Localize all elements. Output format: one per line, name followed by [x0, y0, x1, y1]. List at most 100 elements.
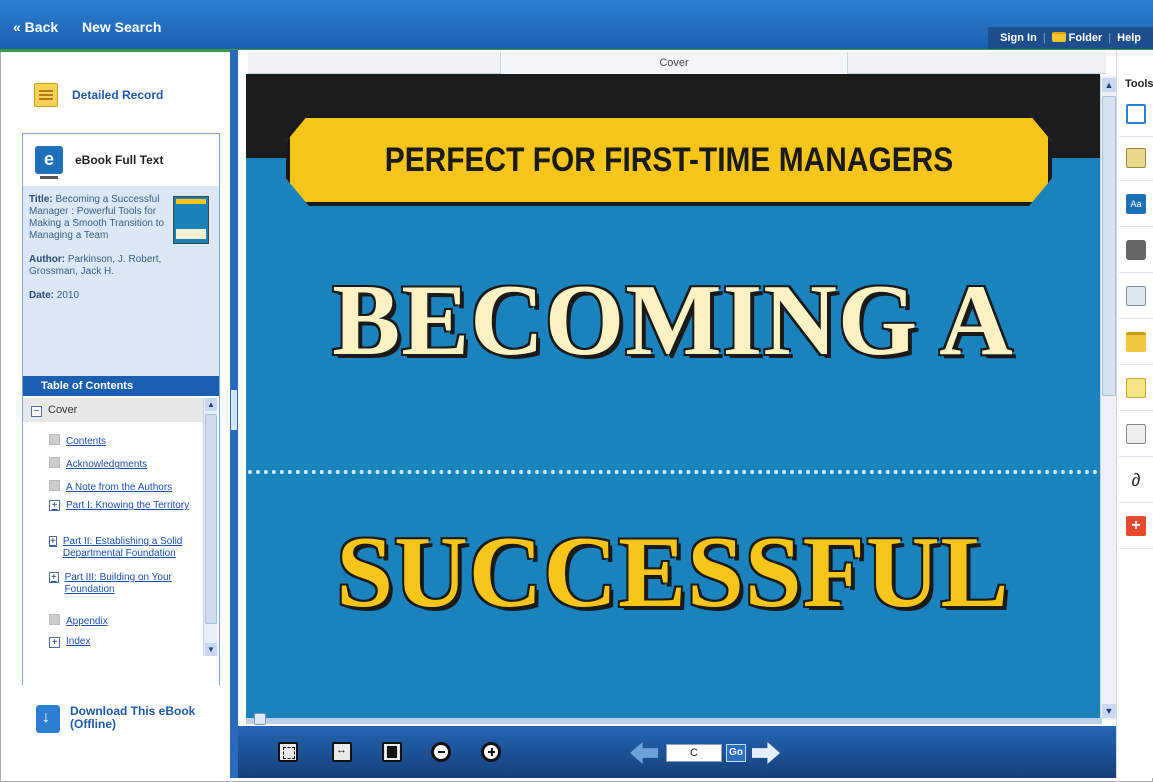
page-icon	[49, 434, 60, 445]
ebook-icon: e	[35, 146, 63, 179]
scroll-down-icon[interactable]: ▼	[205, 643, 217, 656]
single-page-icon[interactable]	[382, 742, 402, 762]
separator	[1119, 410, 1153, 411]
ebook-header[interactable]: e eBook Full Text	[23, 134, 219, 186]
toc-item-note[interactable]: A Note from the Authors	[49, 480, 172, 494]
expand-icon[interactable]: +	[49, 536, 57, 547]
download-ebook-link[interactable]: Download This eBook (Offline)	[36, 705, 200, 733]
date-label: Date:	[29, 290, 55, 301]
scroll-knob[interactable]	[254, 713, 266, 725]
left-panel: Detailed Record e eBook Full Text Title:…	[8, 55, 231, 777]
folder-label: Folder	[1068, 32, 1103, 44]
zoom-out-icon[interactable]	[431, 742, 451, 762]
zoom-in-icon[interactable]	[481, 742, 501, 762]
separator	[1119, 272, 1153, 273]
separator	[1119, 456, 1153, 457]
page-icon	[49, 480, 60, 491]
page-tab: Cover	[500, 52, 848, 74]
record-metadata: Title: Becoming a Successful Manager : P…	[23, 186, 219, 376]
separator	[1119, 502, 1153, 503]
new-search-link[interactable]: New Search	[82, 19, 161, 35]
cover-thumbnail[interactable]	[173, 196, 209, 244]
scroll-up-icon[interactable]: ▲	[1102, 78, 1116, 92]
toc-label: Contents	[66, 436, 107, 447]
top-links: Sign In | Folder | Help	[988, 27, 1153, 49]
title-field: Title: Becoming a Successful Manager : P…	[29, 194, 169, 242]
separator	[1119, 226, 1153, 227]
detailed-record-label: Detailed Record	[72, 88, 164, 102]
email-icon[interactable]	[1126, 286, 1146, 306]
previous-page-icon[interactable]	[630, 742, 658, 764]
print-icon[interactable]	[1126, 240, 1146, 260]
toc-item-index[interactable]: + Index	[49, 636, 90, 648]
page-icon	[49, 457, 60, 468]
record-icon	[34, 83, 58, 107]
sign-in-link[interactable]: Sign In	[994, 32, 1043, 44]
fit-width-icon[interactable]	[332, 742, 352, 762]
author-label: Author:	[29, 254, 66, 265]
toc-header: Table of Contents	[23, 376, 219, 396]
page-number-input[interactable]: C	[666, 744, 722, 762]
cite-icon[interactable]	[1126, 378, 1146, 398]
scroll-down-icon[interactable]: ▼	[1102, 704, 1116, 718]
download-label: Download This eBook (Offline)	[70, 704, 196, 731]
toc-label: Part I: Knowing the Territory	[66, 500, 190, 511]
add-to-folder-icon[interactable]	[1126, 148, 1146, 168]
toc-item-contents[interactable]: Contents	[49, 434, 106, 448]
toc-item-part-1[interactable]: + Part I: Knowing the Territory	[49, 500, 199, 512]
page-viewer: PERFECT FOR FIRST-TIME MANAGERS BECOMING…	[246, 74, 1100, 720]
separator	[1119, 548, 1153, 549]
toc-label: Acknowledgments	[66, 459, 148, 470]
folder-link[interactable]: Folder	[1046, 32, 1109, 44]
viewer-horizontal-scrollbar[interactable]	[246, 713, 1102, 725]
toc-label: Index	[66, 636, 91, 647]
search-inside-icon[interactable]	[1126, 104, 1146, 124]
scroll-thumb[interactable]	[205, 414, 217, 624]
toc-label: Part III: Building on Your Foundation	[64, 572, 172, 595]
toc-item-part-3[interactable]: + Part III: Building on Your Foundation	[49, 572, 199, 596]
save-icon[interactable]	[1126, 332, 1146, 352]
permalink-icon[interactable]: ∂	[1126, 470, 1146, 490]
viewer-vertical-scrollbar[interactable]: ▲ ▼	[1100, 76, 1116, 720]
author-field: Author: Parkinson, J. Robert, Grossman, …	[29, 254, 169, 278]
expand-icon[interactable]: +	[49, 637, 60, 648]
expand-icon[interactable]: +	[49, 572, 59, 583]
toc-item-part-2[interactable]: + Part II: Establishing a Solid Departmen…	[49, 536, 199, 560]
toc-item-acknowledgments[interactable]: Acknowledgments	[49, 457, 147, 471]
cover-banner: PERFECT FOR FIRST-TIME MANAGERS	[286, 114, 1052, 206]
date-field: Date: 2010	[29, 290, 213, 302]
divider-grip[interactable]	[231, 390, 237, 430]
share-plus-icon[interactable]: +	[1126, 516, 1146, 536]
toc-item-cover[interactable]: − Cover	[23, 398, 203, 422]
toc-scrollbar[interactable]: ▲ ▼	[203, 398, 217, 656]
detailed-record-link[interactable]: Detailed Record	[34, 83, 163, 107]
dotted-divider	[248, 470, 1098, 474]
cover-title-line-2: SUCCESSFUL	[336, 516, 1010, 629]
next-page-icon[interactable]	[752, 742, 780, 764]
collapse-icon[interactable]: −	[31, 406, 42, 417]
top-bar: « Back New Search Sign In | Folder | Hel…	[0, 0, 1153, 52]
separator	[1119, 136, 1153, 137]
panel-divider[interactable]	[230, 50, 238, 778]
expand-icon[interactable]: +	[49, 500, 60, 511]
export-icon[interactable]	[1126, 424, 1146, 444]
page-bar: Cover	[248, 52, 1106, 74]
scroll-thumb[interactable]	[1102, 96, 1116, 396]
toc-label: Part II: Establishing a Solid Department…	[62, 536, 183, 559]
reader-toolbar: C Go	[238, 726, 1116, 778]
toc-label: A Note from the Authors	[66, 482, 173, 493]
back-link[interactable]: « Back	[13, 19, 58, 35]
help-link[interactable]: Help	[1111, 32, 1147, 44]
title-label: Title:	[29, 194, 53, 205]
scroll-up-icon[interactable]: ▲	[205, 398, 217, 411]
toc-list: − Cover Contents Acknowledgments A Note f…	[23, 396, 219, 686]
download-icon	[36, 705, 60, 733]
dictionary-icon[interactable]: Aa	[1126, 194, 1146, 214]
folder-icon	[1051, 32, 1066, 42]
banner-text: PERFECT FOR FIRST-TIME MANAGERS	[384, 140, 954, 179]
ebook-box: e eBook Full Text Title: Becoming a Succ…	[22, 133, 220, 686]
go-button[interactable]: Go	[726, 744, 746, 762]
toc-item-appendix[interactable]: Appendix	[49, 614, 108, 628]
tools-panel: Tools Aa ∂ +	[1116, 50, 1153, 778]
fit-page-icon[interactable]	[278, 742, 298, 762]
